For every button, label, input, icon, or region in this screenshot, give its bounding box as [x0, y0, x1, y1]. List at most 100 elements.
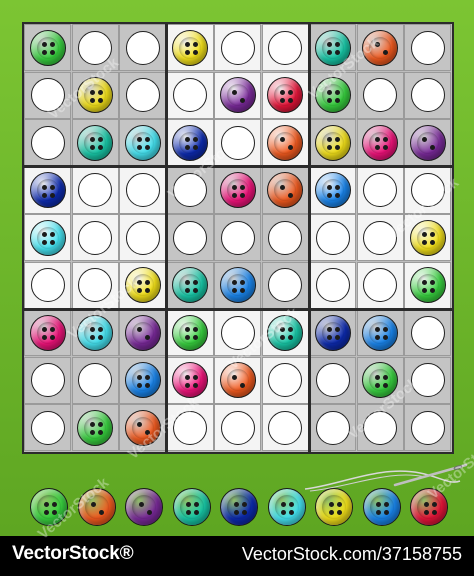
empty-slot[interactable] — [220, 125, 255, 160]
empty-slot[interactable] — [220, 30, 255, 65]
teal-button[interactable] — [314, 29, 351, 66]
board-cell[interactable] — [24, 24, 71, 71]
board-cell[interactable] — [356, 214, 404, 261]
empty-slot[interactable] — [78, 30, 112, 65]
cyan-button[interactable] — [267, 488, 306, 526]
board-cell[interactable] — [356, 261, 404, 309]
board-cell[interactable] — [119, 71, 166, 119]
navy-button[interactable] — [29, 172, 66, 208]
board-cell[interactable] — [166, 24, 214, 71]
board-cell[interactable] — [24, 404, 71, 451]
board-cell[interactable] — [71, 404, 119, 451]
empty-slot[interactable] — [30, 268, 65, 302]
purple-button[interactable] — [124, 314, 161, 351]
board-cell[interactable] — [404, 71, 451, 119]
empty-slot[interactable] — [268, 410, 302, 445]
empty-slot[interactable] — [125, 30, 160, 65]
board-cell[interactable] — [119, 214, 166, 261]
blue-button[interactable] — [362, 488, 401, 526]
empty-slot[interactable] — [125, 220, 160, 255]
empty-slot[interactable] — [410, 78, 445, 112]
board-cell[interactable] — [404, 309, 451, 356]
lime-button[interactable] — [362, 362, 398, 398]
board-cell[interactable] — [71, 166, 119, 214]
empty-slot[interactable] — [220, 220, 255, 255]
board-cell[interactable] — [404, 404, 451, 451]
board-cell[interactable] — [404, 119, 451, 166]
empty-slot[interactable] — [30, 78, 65, 112]
empty-slot[interactable] — [268, 30, 302, 65]
navy-button[interactable] — [172, 124, 208, 161]
board-cell[interactable] — [261, 356, 309, 404]
board-cell[interactable] — [261, 309, 309, 356]
board-cell[interactable] — [309, 356, 356, 404]
empty-slot[interactable] — [315, 363, 350, 397]
empty-slot[interactable] — [315, 410, 350, 445]
board-cell[interactable] — [24, 166, 71, 214]
board-cell[interactable] — [214, 119, 261, 166]
board-cell[interactable] — [71, 261, 119, 309]
board-cell[interactable] — [214, 71, 261, 119]
yellow-button[interactable] — [409, 219, 446, 256]
board-cell[interactable] — [119, 166, 166, 214]
board-cell[interactable] — [119, 261, 166, 309]
empty-slot[interactable] — [78, 173, 112, 207]
lime-button[interactable] — [30, 488, 68, 526]
empty-slot[interactable] — [173, 173, 207, 207]
empty-slot[interactable] — [315, 268, 350, 302]
teal-button[interactable] — [172, 267, 208, 303]
board-cell[interactable] — [214, 214, 261, 261]
orange-button[interactable] — [219, 362, 256, 398]
board-cell[interactable] — [309, 71, 356, 119]
board-cell[interactable] — [24, 214, 71, 261]
board-cell[interactable] — [309, 261, 356, 309]
empty-slot[interactable] — [363, 220, 397, 255]
red-button[interactable] — [410, 488, 448, 526]
navy-button[interactable] — [314, 314, 351, 351]
teal-button[interactable] — [267, 314, 303, 351]
cyan-button[interactable] — [77, 314, 113, 351]
board-cell[interactable] — [356, 119, 404, 166]
palette-slot[interactable] — [315, 488, 353, 526]
empty-slot[interactable] — [410, 173, 445, 207]
blue-button[interactable] — [362, 314, 398, 351]
board-cell[interactable] — [24, 356, 71, 404]
empty-slot[interactable] — [30, 125, 65, 160]
board-cell[interactable] — [356, 71, 404, 119]
board-cell[interactable] — [261, 166, 309, 214]
board-cell[interactable] — [71, 119, 119, 166]
empty-slot[interactable] — [78, 220, 112, 255]
yellow-button[interactable] — [314, 124, 351, 161]
board-cell[interactable] — [214, 261, 261, 309]
palette-slot[interactable] — [362, 488, 401, 526]
board-cell[interactable] — [214, 404, 261, 451]
orange-button[interactable] — [267, 172, 303, 208]
yellow-button[interactable] — [315, 488, 353, 526]
purple-button[interactable] — [125, 488, 163, 526]
board-cell[interactable] — [356, 404, 404, 451]
board-cell[interactable] — [166, 166, 214, 214]
yellow-button[interactable] — [124, 267, 161, 303]
board-cell[interactable] — [24, 261, 71, 309]
board-cell[interactable] — [166, 71, 214, 119]
board-cell[interactable] — [356, 356, 404, 404]
empty-slot[interactable] — [410, 410, 445, 445]
empty-slot[interactable] — [410, 363, 445, 397]
teal-button[interactable] — [172, 488, 211, 526]
board-cell[interactable] — [119, 356, 166, 404]
board-cell[interactable] — [24, 71, 71, 119]
board-cell[interactable] — [404, 214, 451, 261]
cyan-button[interactable] — [29, 219, 66, 256]
empty-slot[interactable] — [363, 173, 397, 207]
board-cell[interactable] — [166, 119, 214, 166]
purple-button[interactable] — [219, 77, 256, 113]
board-cell[interactable] — [261, 404, 309, 451]
navy-button[interactable] — [220, 488, 258, 526]
board-cell[interactable] — [214, 166, 261, 214]
board-cell[interactable] — [166, 309, 214, 356]
board-cell[interactable] — [309, 119, 356, 166]
blue-button[interactable] — [219, 267, 256, 303]
palette-slot[interactable] — [77, 488, 116, 526]
empty-slot[interactable] — [268, 220, 302, 255]
empty-slot[interactable] — [220, 410, 255, 445]
